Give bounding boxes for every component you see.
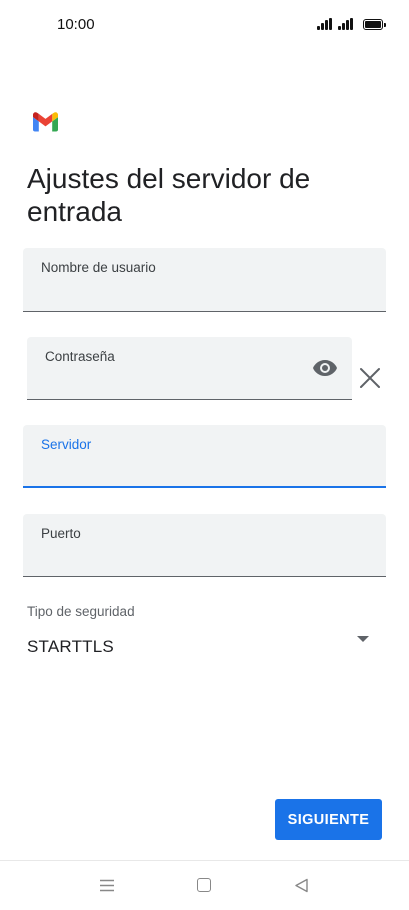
menu-icon[interactable] [99,879,115,892]
battery-icon [363,19,386,30]
signal-icon [338,18,353,30]
security-type-select[interactable]: STARTTLS [27,637,114,657]
username-field[interactable]: Nombre de usuario [23,248,386,312]
port-field[interactable]: Puerto [23,514,386,577]
server-label: Servidor [41,437,92,452]
password-field[interactable]: Contraseña [27,337,352,400]
security-type-label: Tipo de seguridad [27,604,135,619]
home-icon[interactable] [197,878,211,892]
username-label: Nombre de usuario [41,260,156,275]
status-icons [317,18,386,30]
status-bar: 10:00 [0,0,409,50]
page-title: Ajustes del servidor de entrada [27,163,311,227]
status-time: 10:00 [57,16,95,33]
server-field[interactable]: Servidor [23,425,386,488]
eye-icon[interactable] [312,358,338,378]
gmail-logo-icon [33,112,58,132]
dropdown-arrow-icon[interactable] [357,636,369,642]
signal-icon [317,18,332,30]
back-icon[interactable] [294,878,309,893]
close-icon[interactable] [359,367,381,389]
next-button[interactable]: SIGUIENTE [275,799,382,840]
password-label: Contraseña [45,349,115,364]
port-label: Puerto [41,526,81,541]
